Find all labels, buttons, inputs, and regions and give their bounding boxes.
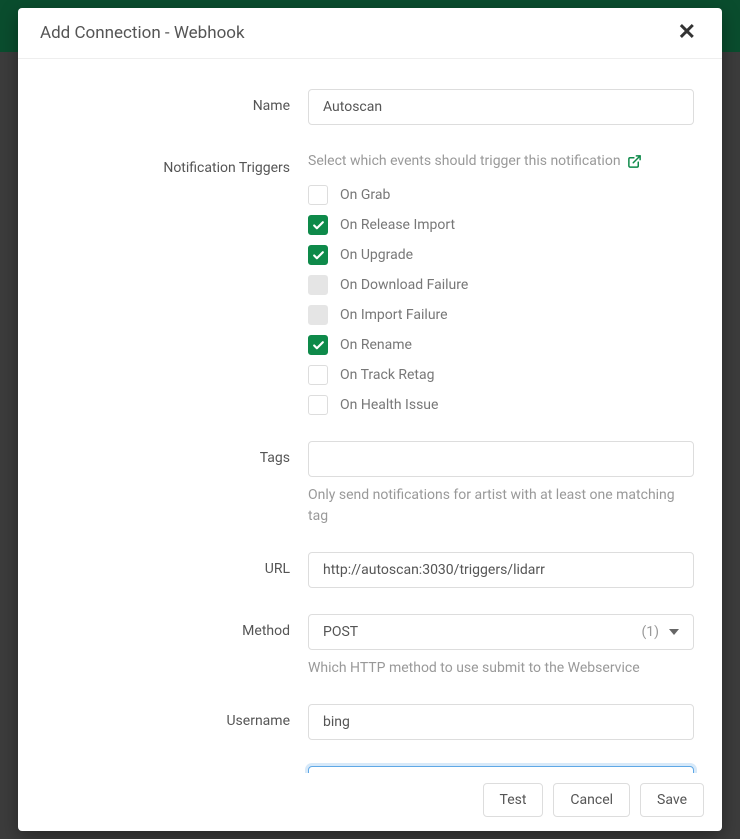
trigger-row[interactable]: On Health Issue xyxy=(308,395,694,415)
modal-body: Name Notification Triggers Select which … xyxy=(18,59,722,773)
trigger-label: On Rename xyxy=(340,337,412,353)
tags-hint: Only send notifications for artist with … xyxy=(308,485,694,526)
trigger-label: On Download Failure xyxy=(340,277,468,293)
modal-dialog: Add Connection - Webhook ✕ Name Notifica… xyxy=(18,8,722,831)
label-name: Name xyxy=(46,89,308,114)
checkbox[interactable] xyxy=(308,335,328,355)
trigger-label: On Release Import xyxy=(340,217,455,233)
trigger-label: On Upgrade xyxy=(340,247,413,263)
checkbox[interactable] xyxy=(308,185,328,205)
checkbox[interactable] xyxy=(308,215,328,235)
label-password: Password xyxy=(46,766,308,773)
trigger-row: On Download Failure xyxy=(308,275,694,295)
external-link-icon[interactable] xyxy=(627,154,642,169)
method-hint: Which HTTP method to use submit to the W… xyxy=(308,658,694,678)
chevron-down-icon xyxy=(669,629,679,635)
trigger-row: On Import Failure xyxy=(308,305,694,325)
label-triggers: Notification Triggers xyxy=(46,151,308,176)
label-tags: Tags xyxy=(46,441,308,466)
row-password: Password xyxy=(46,766,694,773)
name-input[interactable] xyxy=(308,89,694,125)
password-input[interactable] xyxy=(308,766,694,773)
row-tags: Tags Only send notifications for artist … xyxy=(46,441,694,526)
trigger-label: On Import Failure xyxy=(340,307,448,323)
cancel-button[interactable]: Cancel xyxy=(553,783,630,817)
label-url: URL xyxy=(46,552,308,577)
username-input[interactable] xyxy=(308,704,694,740)
checkbox[interactable] xyxy=(308,395,328,415)
tags-input[interactable] xyxy=(308,441,694,477)
row-method: Method POST (1) Which HTTP method to use… xyxy=(46,614,694,678)
label-method: Method xyxy=(46,614,308,639)
checkbox xyxy=(308,305,328,325)
trigger-row[interactable]: On Upgrade xyxy=(308,245,694,265)
trigger-row[interactable]: On Rename xyxy=(308,335,694,355)
method-value: POST xyxy=(323,624,358,640)
modal-header: Add Connection - Webhook ✕ xyxy=(18,8,722,59)
triggers-list: On Grab On Release Import On Upgrade On Dow… xyxy=(308,185,694,415)
row-username: Username xyxy=(46,704,694,740)
trigger-row[interactable]: On Grab xyxy=(308,185,694,205)
test-button[interactable]: Test xyxy=(483,783,544,817)
close-icon[interactable]: ✕ xyxy=(674,22,700,44)
trigger-label: On Health Issue xyxy=(340,397,438,413)
row-name: Name xyxy=(46,89,694,125)
row-url: URL xyxy=(46,552,694,588)
url-input[interactable] xyxy=(308,552,694,588)
row-triggers: Notification Triggers Select which event… xyxy=(46,151,694,415)
label-username: Username xyxy=(46,704,308,729)
modal-title: Add Connection - Webhook xyxy=(40,23,245,43)
checkbox xyxy=(308,275,328,295)
save-button[interactable]: Save xyxy=(640,783,704,817)
modal-footer: Test Cancel Save xyxy=(18,773,722,831)
trigger-row[interactable]: On Track Retag xyxy=(308,365,694,385)
method-count: (1) xyxy=(641,624,659,640)
triggers-hint-row: Select which events should trigger this … xyxy=(308,151,694,171)
checkbox[interactable] xyxy=(308,365,328,385)
trigger-label: On Track Retag xyxy=(340,367,435,383)
trigger-label: On Grab xyxy=(340,187,390,203)
trigger-row[interactable]: On Release Import xyxy=(308,215,694,235)
method-select[interactable]: POST (1) xyxy=(308,614,694,650)
checkbox[interactable] xyxy=(308,245,328,265)
triggers-hint: Select which events should trigger this … xyxy=(308,151,621,171)
